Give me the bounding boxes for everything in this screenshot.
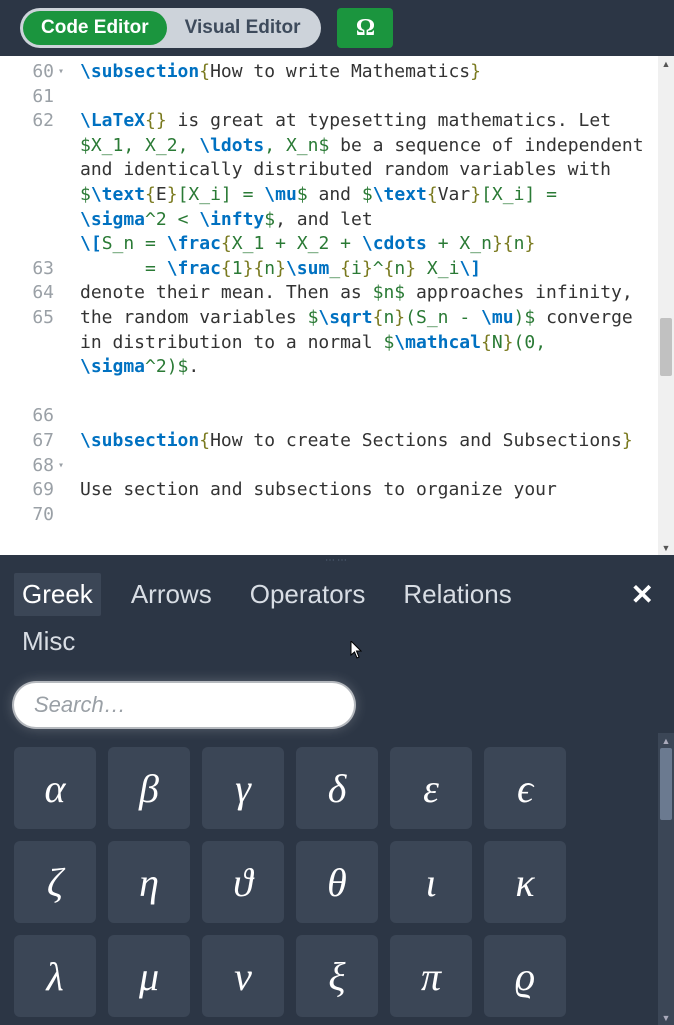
symbol-grid-scroll: αβγδεϵ ζηϑθικ λμνξπϱ ▲ ▼ [0,733,674,1025]
code-line[interactable]: $X_1, X_2, \ldots, X_n$ be a sequence of… [80,134,674,159]
code-line[interactable]: Use section and subsections to organize … [80,478,674,503]
symbol-button[interactable]: ν [202,935,284,1017]
symbol-button[interactable]: θ [296,841,378,923]
line-number: 64 [0,281,66,306]
editor-scroll-thumb[interactable] [660,318,672,376]
symbol-button[interactable]: μ [108,935,190,1017]
close-icon[interactable]: ✕ [625,578,660,611]
code-line[interactable]: the random variables $\sqrt{n}(S_n - \mu… [80,306,674,331]
line-number [0,355,66,380]
code-content[interactable]: \subsection{How to write Mathematics} \La… [66,56,674,555]
symbol-palette: Greek Arrows Operators Relations ✕ Misc … [0,565,674,1025]
line-number: 65 [0,306,66,331]
code-line[interactable] [80,85,674,110]
code-line[interactable]: and identically distributed random varia… [80,158,674,183]
palette-scroll-thumb[interactable] [660,748,672,820]
code-line[interactable] [80,404,674,429]
panel-drag-handle[interactable]: ⋯⋯ [0,555,674,565]
symbol-button[interactable]: β [108,747,190,829]
code-line[interactable]: \[S_n = \frac{X_1 + X_2 + \cdots + X_n}{… [80,232,674,257]
code-line[interactable] [80,454,674,479]
symbol-button[interactable]: ε [390,747,472,829]
symbol-button[interactable]: π [390,935,472,1017]
line-number [0,158,66,183]
symbol-grid: αβγδεϵ ζηϑθικ λμνξπϱ [14,733,660,1017]
palette-tabs-row2: Misc [0,618,674,665]
scroll-up-icon[interactable]: ▲ [658,733,674,748]
scroll-down-icon[interactable]: ▼ [658,540,674,555]
tab-greek[interactable]: Greek [14,573,101,616]
symbol-button[interactable]: ζ [14,841,96,923]
line-number: 67 [0,429,66,454]
palette-scrollbar[interactable]: ▲ ▼ [658,733,674,1025]
code-line[interactable]: denote their mean. Then as $n$ approache… [80,281,674,306]
line-number [0,232,66,257]
line-number [0,183,66,208]
symbol-button[interactable]: ξ [296,935,378,1017]
code-line[interactable]: \subsection{How to write Mathematics} [80,60,674,85]
symbol-button[interactable]: ϱ [484,935,566,1017]
omega-icon: Ω [356,15,375,42]
symbol-button[interactable]: ϵ [484,747,566,829]
scroll-up-icon[interactable]: ▲ [658,56,674,71]
symbol-palette-button[interactable]: Ω [337,8,393,48]
tab-operators[interactable]: Operators [242,573,374,616]
line-number [0,134,66,159]
top-toolbar: Code Editor Visual Editor Ω [0,0,674,56]
line-number: 61 [0,85,66,110]
line-number: 69 [0,478,66,503]
symbol-button[interactable]: κ [484,841,566,923]
visual-editor-tab[interactable]: Visual Editor [167,11,319,45]
code-line[interactable]: \subsection{How to create Sections and S… [80,429,674,454]
editor-scrollbar[interactable]: ▲ ▼ [658,56,674,555]
code-line[interactable]: \sigma^2)$. [80,355,674,380]
code-line[interactable] [80,380,674,405]
code-line[interactable]: \LaTeX{} is great at typesetting mathema… [80,109,674,134]
line-number [0,380,66,405]
symbol-button[interactable]: γ [202,747,284,829]
tab-arrows[interactable]: Arrows [123,573,220,616]
symbol-button[interactable]: ι [390,841,472,923]
line-number: 63 [0,257,66,282]
scroll-down-icon[interactable]: ▼ [658,1010,674,1025]
editor-mode-toggle: Code Editor Visual Editor [20,8,321,48]
line-number: 62 [0,109,66,134]
tab-relations[interactable]: Relations [395,573,519,616]
symbol-button[interactable]: λ [14,935,96,1017]
symbol-button[interactable]: η [108,841,190,923]
symbol-button[interactable]: ϑ [202,841,284,923]
line-number: 66 [0,404,66,429]
line-number-gutter: 606162 636465 6667686970 [0,56,66,555]
tab-misc[interactable]: Misc [14,620,83,663]
line-number: 60 [0,60,66,85]
line-number: 70 [0,503,66,528]
code-line[interactable]: = \frac{1}{n}\sum_{i}^{n} X_i\] [80,257,674,282]
code-line[interactable]: $\text{E}[X_i] = \mu$ and $\text{Var}[X_… [80,183,674,208]
search-input[interactable] [14,683,354,727]
code-line[interactable]: in distribution to a normal $\mathcal{N}… [80,331,674,356]
code-editor[interactable]: 606162 636465 6667686970 \subsection{How t… [0,56,674,555]
line-number [0,208,66,233]
symbol-button[interactable]: α [14,747,96,829]
line-number: 68 [0,454,66,479]
palette-tabs: Greek Arrows Operators Relations ✕ [0,565,674,618]
symbol-button[interactable]: δ [296,747,378,829]
palette-search-row [0,665,674,733]
code-line[interactable]: \sigma^2 < \infty$, and let [80,208,674,233]
code-editor-tab[interactable]: Code Editor [23,11,167,45]
line-number [0,331,66,356]
